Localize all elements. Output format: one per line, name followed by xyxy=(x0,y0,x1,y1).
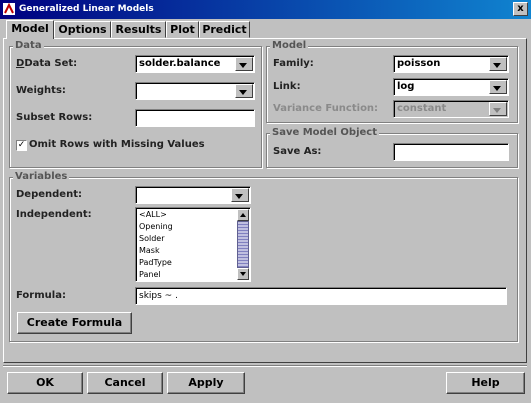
data-set-label: DData Set: xyxy=(16,58,78,69)
chevron-down-icon[interactable] xyxy=(235,57,253,71)
chevron-down-icon[interactable] xyxy=(489,80,507,94)
data-set-value: solder.balance xyxy=(139,58,221,69)
chevron-down-icon[interactable] xyxy=(489,57,507,71)
cancel-button[interactable]: Cancel xyxy=(87,372,163,394)
scroll-up-icon[interactable] xyxy=(237,209,249,221)
variables-group-title: Variables xyxy=(13,171,70,182)
save-as-label: Save As: xyxy=(273,146,322,157)
tab-options[interactable]: Options xyxy=(54,21,111,38)
omit-rows-label: Omit Rows with Missing Values xyxy=(29,139,205,150)
window-title: Generalized Linear Models xyxy=(19,4,154,14)
create-formula-button[interactable]: Create Formula xyxy=(17,312,132,334)
chevron-up-icon xyxy=(240,213,246,217)
link-combo[interactable]: log xyxy=(393,78,509,96)
save-model-group-title: Save Model Object xyxy=(270,127,379,138)
independent-listbox[interactable]: <ALL> Opening Solder Mask PadType Panel xyxy=(135,207,251,282)
link-value: log xyxy=(397,81,415,92)
close-icon[interactable]: x xyxy=(513,2,528,16)
list-item[interactable]: <ALL> xyxy=(139,209,167,221)
data-group-title: Data xyxy=(13,40,44,51)
list-item[interactable]: Solder xyxy=(139,233,164,245)
footer-divider xyxy=(3,365,527,367)
data-set-label-text: Data Set: xyxy=(24,58,78,69)
link-label: Link: xyxy=(273,81,301,92)
dependent-combo[interactable] xyxy=(135,186,251,204)
independent-scrollbar[interactable] xyxy=(237,209,249,280)
chevron-down-icon xyxy=(489,102,507,116)
tab-model[interactable]: Model xyxy=(6,20,54,39)
scroll-thumb[interactable] xyxy=(237,221,249,268)
weights-label: Weights: xyxy=(16,85,66,96)
independent-label: Independent: xyxy=(16,209,92,220)
weights-combo[interactable] xyxy=(135,82,255,100)
list-item[interactable]: Panel xyxy=(139,269,161,281)
formula-label: Formula: xyxy=(16,290,66,301)
variance-function-label: Variance Function: xyxy=(273,103,379,114)
subset-rows-label: Subset Rows: xyxy=(16,112,93,123)
family-value: poisson xyxy=(397,58,441,69)
list-item[interactable]: PadType xyxy=(139,257,172,269)
tab-predict[interactable]: Predict xyxy=(199,21,250,38)
omit-rows-checkbox[interactable]: ✓ xyxy=(16,140,27,151)
chevron-down-icon[interactable] xyxy=(231,188,249,202)
title-bar: Generalized Linear Models x xyxy=(0,0,531,19)
app-icon xyxy=(3,3,15,15)
ok-button[interactable]: OK xyxy=(7,372,83,394)
save-as-input[interactable] xyxy=(393,143,509,161)
list-item[interactable]: Mask xyxy=(139,245,160,257)
chevron-down-icon[interactable] xyxy=(235,84,253,98)
model-group-title: Model xyxy=(270,40,309,51)
apply-button[interactable]: Apply xyxy=(167,372,245,394)
chevron-down-icon xyxy=(240,272,246,276)
variance-function-value: constant xyxy=(397,103,447,114)
formula-input[interactable]: skips ~ . xyxy=(135,287,507,305)
data-set-combo[interactable]: solder.balance xyxy=(135,55,255,73)
variance-function-combo: constant xyxy=(393,100,509,118)
tab-plot[interactable]: Plot xyxy=(166,21,199,38)
dependent-label: Dependent: xyxy=(16,189,82,200)
family-combo[interactable]: poisson xyxy=(393,55,509,73)
help-button[interactable]: Help xyxy=(446,372,525,394)
family-label: Family: xyxy=(273,58,314,69)
subset-rows-input[interactable] xyxy=(135,109,255,127)
list-item[interactable]: Opening xyxy=(139,221,173,233)
tab-results[interactable]: Results xyxy=(111,21,166,38)
scroll-down-icon[interactable] xyxy=(237,268,249,280)
